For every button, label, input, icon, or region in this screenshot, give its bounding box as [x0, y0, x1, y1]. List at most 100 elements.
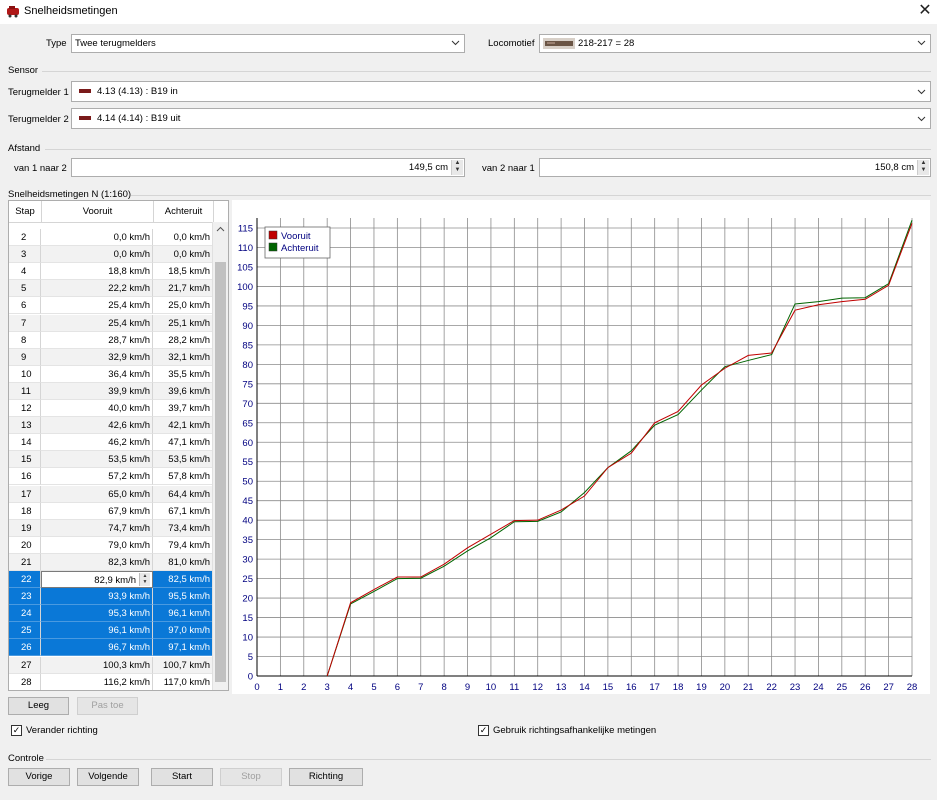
- type-select[interactable]: Twee terugmelders: [71, 34, 465, 53]
- direction-button[interactable]: Richting: [289, 768, 363, 786]
- table-row[interactable]: 24 95,3 km/h 96,1 km/h: [9, 605, 213, 623]
- apply-button[interactable]: Pas toe: [77, 697, 138, 715]
- cell-reverse[interactable]: 28,2 km/h: [153, 331, 213, 349]
- cell-forward[interactable]: 79,0 km/h: [41, 536, 153, 554]
- cell-reverse[interactable]: 57,8 km/h: [153, 468, 213, 486]
- table-row[interactable]: 28 116,2 km/h 117,0 km/h: [9, 673, 213, 690]
- column-header-forward[interactable]: Vooruit: [42, 201, 154, 223]
- table-row[interactable]: 16 57,2 km/h 57,8 km/h: [9, 468, 213, 486]
- cell-forward[interactable]: 96,1 km/h: [41, 622, 153, 640]
- cell-reverse[interactable]: 25,0 km/h: [153, 297, 213, 315]
- table-row[interactable]: 8 28,7 km/h 28,2 km/h: [9, 331, 213, 349]
- table-row[interactable]: 13 42,6 km/h 42,1 km/h: [9, 417, 213, 435]
- change-direction-checkbox[interactable]: ✓: [11, 725, 22, 736]
- distance-1to2-input[interactable]: 149,5 cm ▲ ▼: [71, 158, 465, 177]
- previous-button[interactable]: Vorige: [8, 768, 70, 786]
- feedback1-select[interactable]: 4.13 (4.13) : B19 in: [71, 81, 931, 102]
- stop-button[interactable]: Stop: [220, 768, 282, 786]
- close-button[interactable]: ✕: [916, 2, 934, 20]
- cell-reverse[interactable]: 100,7 km/h: [153, 656, 213, 674]
- table-row[interactable]: 20 79,0 km/h 79,4 km/h: [9, 536, 213, 554]
- table-row[interactable]: 22 82,9 km/h 82,5 km/h ▲ ▼: [9, 571, 213, 588]
- cell-forward[interactable]: 40,0 km/h: [41, 400, 153, 417]
- next-button[interactable]: Volgende: [77, 768, 139, 786]
- clear-button[interactable]: Leeg: [8, 697, 69, 715]
- cell-reverse[interactable]: 35,5 km/h: [153, 365, 213, 383]
- cell-forward[interactable]: 18,8 km/h: [41, 263, 153, 281]
- table-row[interactable]: 4 18,8 km/h 18,5 km/h: [9, 263, 213, 281]
- cell-forward[interactable]: 36,4 km/h: [41, 365, 153, 383]
- cell-forward[interactable]: 42,6 km/h: [41, 417, 153, 435]
- table-row[interactable]: 12 40,0 km/h 39,7 km/h: [9, 400, 213, 417]
- cell-forward[interactable]: 95,3 km/h: [41, 605, 153, 623]
- table-row[interactable]: 18 67,9 km/h 67,1 km/h: [9, 502, 213, 520]
- table-row[interactable]: 2 0,0 km/h 0,0 km/h: [9, 229, 213, 246]
- table-row[interactable]: 23 93,9 km/h 95,5 km/h: [9, 588, 213, 606]
- spin-arrows-icon[interactable]: ▲ ▼: [139, 573, 150, 586]
- cell-reverse[interactable]: 39,7 km/h: [153, 400, 213, 417]
- cell-reverse[interactable]: 21,7 km/h: [153, 280, 213, 298]
- cell-forward[interactable]: 32,9 km/h: [41, 348, 153, 366]
- cell-reverse[interactable]: 47,1 km/h: [153, 434, 213, 452]
- cell-forward[interactable]: 25,4 km/h: [41, 314, 153, 332]
- table-row[interactable]: 26 96,7 km/h 97,1 km/h: [9, 639, 213, 657]
- cell-reverse[interactable]: 32,1 km/h: [153, 348, 213, 366]
- cell-reverse[interactable]: 97,0 km/h: [153, 622, 213, 640]
- cell-forward[interactable]: 116,2 km/h: [41, 673, 153, 690]
- cell-reverse[interactable]: 81,0 km/h: [153, 553, 213, 571]
- cell-reverse[interactable]: 97,1 km/h: [153, 639, 213, 657]
- cell-reverse[interactable]: 73,4 km/h: [153, 519, 213, 537]
- cell-reverse[interactable]: 95,5 km/h: [153, 588, 213, 606]
- cell-forward[interactable]: 82,9 km/h: [41, 571, 153, 588]
- cell-forward[interactable]: 39,9 km/h: [41, 382, 153, 400]
- cell-reverse[interactable]: 0,0 km/h: [153, 246, 213, 264]
- cell-reverse[interactable]: 96,1 km/h: [153, 605, 213, 623]
- directional-measurements-checkbox[interactable]: ✓: [478, 725, 489, 736]
- table-scrollbar[interactable]: [212, 222, 228, 690]
- table-row[interactable]: 15 53,5 km/h 53,5 km/h: [9, 451, 213, 469]
- cell-reverse[interactable]: 39,6 km/h: [153, 382, 213, 400]
- table-row[interactable]: 19 74,7 km/h 73,4 km/h: [9, 519, 213, 537]
- table-row[interactable]: 14 46,2 km/h 47,1 km/h: [9, 434, 213, 452]
- table-row[interactable]: 10 36,4 km/h 35,5 km/h: [9, 365, 213, 383]
- spin-arrows-icon[interactable]: ▲ ▼: [451, 160, 463, 175]
- cell-reverse[interactable]: 67,1 km/h: [153, 502, 213, 520]
- table-row[interactable]: 27 100,3 km/h 100,7 km/h: [9, 656, 213, 674]
- locomotive-select[interactable]: 218-217 = 28: [539, 34, 931, 53]
- cell-reverse[interactable]: 82,5 km/h: [153, 571, 213, 588]
- cell-reverse[interactable]: 18,5 km/h: [153, 263, 213, 281]
- table-row[interactable]: 17 65,0 km/h 64,4 km/h: [9, 485, 213, 503]
- cell-reverse[interactable]: 42,1 km/h: [153, 417, 213, 435]
- table-row[interactable]: 7 25,4 km/h 25,1 km/h: [9, 314, 213, 332]
- scroll-thumb[interactable]: [215, 262, 226, 682]
- feedback2-select[interactable]: 4.14 (4.14) : B19 uit: [71, 108, 931, 129]
- cell-reverse[interactable]: 53,5 km/h: [153, 451, 213, 469]
- start-button[interactable]: Start: [151, 768, 213, 786]
- scroll-up-icon[interactable]: [216, 225, 225, 234]
- cell-reverse[interactable]: 79,4 km/h: [153, 536, 213, 554]
- spin-arrows-icon[interactable]: ▲ ▼: [917, 160, 929, 175]
- cell-forward[interactable]: 93,9 km/h: [41, 588, 153, 606]
- cell-forward[interactable]: 65,0 km/h: [41, 485, 153, 503]
- table-row[interactable]: 9 32,9 km/h 32,1 km/h: [9, 348, 213, 366]
- cell-forward[interactable]: 0,0 km/h: [41, 229, 153, 246]
- cell-forward[interactable]: 96,7 km/h: [41, 639, 153, 657]
- cell-forward[interactable]: 53,5 km/h: [41, 451, 153, 469]
- cell-forward[interactable]: 25,4 km/h: [41, 297, 153, 315]
- cell-reverse[interactable]: 117,0 km/h: [153, 673, 213, 690]
- cell-forward[interactable]: 46,2 km/h: [41, 434, 153, 452]
- column-header-step[interactable]: Stap: [9, 201, 42, 223]
- table-row[interactable]: 11 39,9 km/h 39,6 km/h: [9, 382, 213, 400]
- cell-forward[interactable]: 100,3 km/h: [41, 656, 153, 674]
- cell-forward[interactable]: 57,2 km/h: [41, 468, 153, 486]
- column-header-reverse[interactable]: Achteruit: [154, 201, 214, 223]
- cell-forward[interactable]: 28,7 km/h: [41, 331, 153, 349]
- cell-reverse[interactable]: 25,1 km/h: [153, 314, 213, 332]
- table-row[interactable]: 6 25,4 km/h 25,0 km/h: [9, 297, 213, 315]
- cell-forward[interactable]: 74,7 km/h: [41, 519, 153, 537]
- cell-forward[interactable]: 0,0 km/h: [41, 246, 153, 264]
- cell-reverse[interactable]: 64,4 km/h: [153, 485, 213, 503]
- table-row[interactable]: 21 82,3 km/h 81,0 km/h: [9, 553, 213, 571]
- cell-forward[interactable]: 67,9 km/h: [41, 502, 153, 520]
- measurements-table[interactable]: Stap Vooruit Achteruit 2 0,0 km/h 0,0 km/h…: [8, 200, 229, 691]
